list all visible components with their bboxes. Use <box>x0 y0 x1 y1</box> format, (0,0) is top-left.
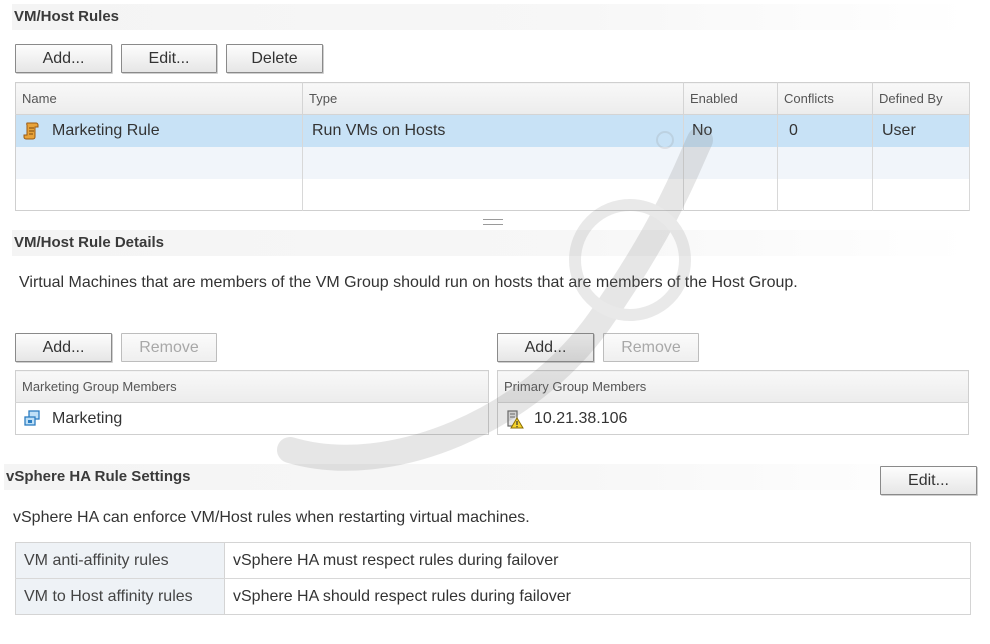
column-header-conflicts[interactable]: Conflicts <box>777 82 873 115</box>
rule-defined-by-cell: User <box>872 114 970 147</box>
vm-group-icon <box>22 409 42 429</box>
rule-description: Virtual Machines that are members of the… <box>19 274 798 291</box>
column-header-defined-by[interactable]: Defined By <box>872 82 970 115</box>
vm-group-members-table: Marketing Group Members Marketing <box>15 370 489 435</box>
rule-name-cell[interactable]: Marketing Rule <box>15 114 303 147</box>
rules-title: VM/Host Rules <box>14 8 120 25</box>
add-host-group-member-button[interactable]: Add... <box>497 333 594 362</box>
table-row[interactable]: Marketing Rule Run VMs on Hosts No 0 Use… <box>15 114 970 147</box>
table-row: VM anti-affinity rules vSphere HA must r… <box>15 542 971 579</box>
add-vm-group-member-button[interactable]: Add... <box>15 333 112 362</box>
column-header-enabled[interactable]: Enabled <box>683 82 778 115</box>
ha-settings-table: VM anti-affinity rules vSphere HA must r… <box>15 542 971 615</box>
ha-setting-key: VM to Host affinity rules <box>15 578 225 615</box>
ha-description: vSphere HA can enforce VM/Host rules whe… <box>13 509 530 526</box>
rule-enabled-cell: No <box>683 114 778 147</box>
ha-setting-key: VM anti-affinity rules <box>15 542 225 579</box>
vm-group-header: Marketing Group Members <box>15 370 489 403</box>
host-warning-icon <box>504 409 524 429</box>
column-header-type[interactable]: Type <box>302 82 684 115</box>
ha-setting-value: vSphere HA must respect rules during fai… <box>224 542 971 579</box>
ha-title: vSphere HA Rule Settings <box>6 468 191 485</box>
details-section-header: VM/Host Rule Details <box>12 230 970 256</box>
remove-host-group-member-button[interactable]: Remove <box>603 333 699 362</box>
remove-vm-group-member-button[interactable]: Remove <box>121 333 217 362</box>
edit-rule-button[interactable]: Edit... <box>121 44 217 73</box>
vm-group-member: Marketing <box>52 409 123 427</box>
list-item[interactable]: Marketing <box>16 403 489 435</box>
scroll-icon <box>22 121 42 141</box>
list-item[interactable]: 10.21.38.106 <box>498 403 969 435</box>
ha-section-header: vSphere HA Rule Settings <box>4 464 970 490</box>
host-group-member: 10.21.38.106 <box>534 409 628 427</box>
rule-conflicts-cell: 0 <box>777 114 873 147</box>
delete-rule-button[interactable]: Delete <box>226 44 323 73</box>
rules-table: Name Type Enabled Conflicts Defined By M… <box>15 82 970 211</box>
rule-type-cell: Run VMs on Hosts <box>302 114 684 147</box>
table-row: VM to Host affinity rules vSphere HA sho… <box>15 578 971 615</box>
rules-section-header: VM/Host Rules <box>12 4 970 30</box>
table-row-empty <box>15 178 970 211</box>
details-title: VM/Host Rule Details <box>14 234 165 251</box>
table-row-empty <box>15 146 970 179</box>
column-header-name[interactable]: Name <box>15 82 303 115</box>
edit-ha-settings-button[interactable]: Edit... <box>880 466 977 495</box>
ha-setting-value: vSphere HA should respect rules during f… <box>233 587 571 605</box>
pane-splitter[interactable] <box>483 219 503 225</box>
add-rule-button[interactable]: Add... <box>15 44 112 73</box>
rule-name: Marketing Rule <box>52 121 160 139</box>
host-group-header: Primary Group Members <box>497 370 969 403</box>
host-group-members-table: Primary Group Members 10.21.38.106 <box>497 370 969 435</box>
